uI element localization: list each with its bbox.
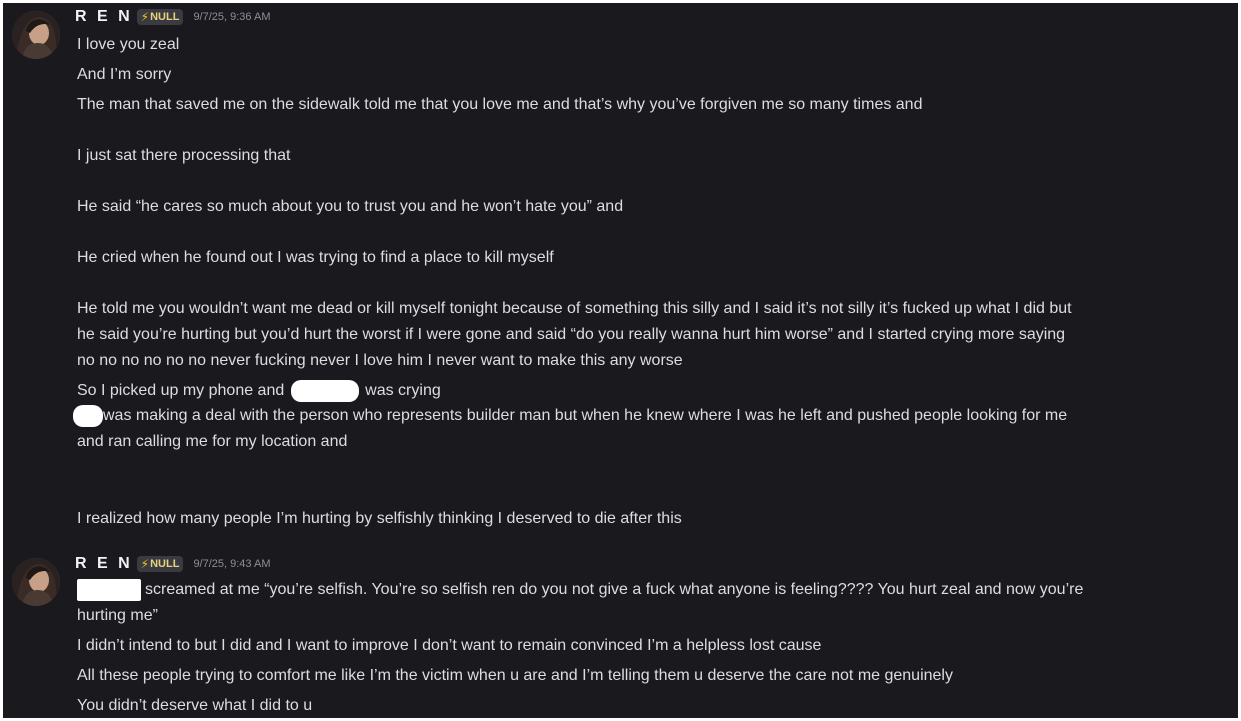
message-group: R E N ⚡ NULL 9/7/25, 9:36 AM I love you … [3, 7, 1238, 527]
message-line: He cried when he found out I was trying … [77, 249, 554, 266]
message-line: I just sat there processing that [77, 147, 291, 164]
message-text: was crying [365, 382, 441, 399]
timestamp: 9/7/25, 9:36 AM [193, 11, 271, 23]
message-line: All these people trying to comfort me li… [77, 667, 953, 684]
avatar-image [12, 11, 60, 59]
message-line: no no no no no no never fucking never I … [77, 352, 683, 369]
message-line: And I’m sorry [77, 66, 172, 83]
username[interactable]: R E N [75, 8, 133, 26]
message-line: screamed at me “you’re selfish. You’re s… [77, 577, 1083, 603]
role-tag[interactable]: ⚡ NULL [136, 9, 184, 25]
role-tag[interactable]: ⚡ NULL [136, 556, 184, 572]
lightning-bolt-icon: ⚡ [140, 10, 150, 24]
message-group: R E N ⚡ NULL 9/7/25, 9:43 AM screamed at… [3, 554, 1238, 718]
message-line: He told me you wouldn’t want me dead or … [77, 300, 1072, 317]
message-line: He said “he cares so much about you to t… [77, 198, 624, 215]
redacted-name [77, 578, 141, 601]
timestamp: 9/7/25, 9:43 AM [193, 558, 271, 570]
message-header: R E N ⚡ NULL 9/7/25, 9:43 AM [75, 554, 271, 574]
role-tag-label: NULL [150, 558, 180, 570]
message-line: You didn’t deserve what I did to u [77, 697, 313, 714]
avatar[interactable] [12, 11, 60, 59]
message-line: was making a deal with the person who re… [73, 403, 1067, 429]
message-line: The man that saved me on the sidewalk to… [77, 96, 923, 113]
chat-window: R E N ⚡ NULL 9/7/25, 9:36 AM I love you … [3, 3, 1238, 718]
role-tag-label: NULL [150, 11, 180, 23]
message-line: I realized how many people I’m hurting b… [77, 510, 682, 527]
message-line: he said you’re hurting but you’d hurt th… [77, 326, 1066, 343]
redacted-name [73, 404, 103, 427]
message-line: and ran calling me for my location and [77, 433, 348, 450]
message-line: I didn’t intend to but I did and I want … [77, 637, 822, 654]
message-text: was making a deal with the person who re… [103, 407, 1068, 424]
avatar-image [12, 558, 60, 606]
message-line: hurting me” [77, 607, 158, 624]
redacted-name [290, 379, 359, 402]
lightning-bolt-icon: ⚡ [140, 557, 150, 571]
message-text: screamed at me “you’re selfish. You’re s… [145, 581, 1084, 598]
avatar[interactable] [12, 558, 60, 606]
username[interactable]: R E N [75, 555, 133, 573]
message-line: So I picked up my phone and was crying [77, 378, 441, 404]
message-text: So I picked up my phone and [77, 382, 285, 399]
message-header: R E N ⚡ NULL 9/7/25, 9:36 AM [75, 7, 271, 27]
message-line: I love you zeal [77, 36, 180, 53]
